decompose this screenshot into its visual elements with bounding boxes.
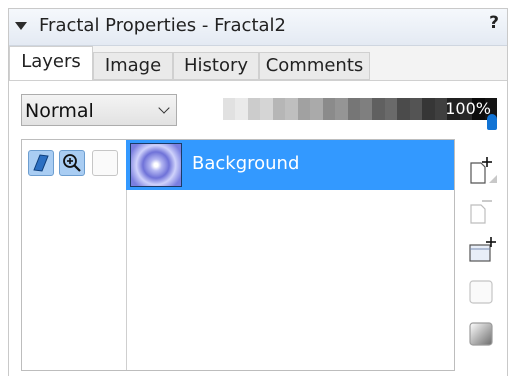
blend-mode-value: Normal: [25, 100, 94, 122]
tab-comments[interactable]: Comments: [259, 52, 370, 80]
layers-tab-content: Normal 100% Background: [9, 80, 507, 377]
opacity-ramp-cell: [359, 98, 373, 120]
collapse-triangle-icon[interactable]: [15, 22, 27, 30]
layer-thumbnail: [130, 143, 182, 187]
tab-image[interactable]: Image: [93, 52, 173, 80]
delete-layer-icon[interactable]: [467, 197, 497, 227]
opacity-ramp-cell: [384, 98, 398, 120]
new-layer-icon[interactable]: [467, 155, 497, 185]
layer-controls-column: [22, 140, 127, 370]
opacity-ramp-cell: [372, 98, 385, 120]
opacity-ramp-cell: [297, 98, 311, 120]
blank-icon[interactable]: [467, 277, 497, 307]
opacity-ramp-cell: [223, 98, 236, 120]
layers-list: Background: [21, 139, 455, 371]
opacity-ramp-cell: [285, 98, 298, 120]
tab-bar: Layers Image History Comments: [9, 46, 507, 81]
opacity-ramp-cell: [347, 98, 360, 120]
opacity-ramp-cell: [322, 98, 336, 120]
fractal-properties-panel: Fractal Properties - Fractal2 ? Layers I…: [8, 8, 508, 377]
opacity-ramp-cell: [235, 98, 248, 120]
opacity-ramp-cell: [310, 98, 323, 120]
blank-toggle-icon[interactable]: [92, 150, 118, 176]
layer-name: Background: [192, 153, 300, 174]
opacity-ramp-cell: [409, 98, 423, 120]
tab-history[interactable]: History: [173, 52, 259, 80]
opacity-slider[interactable]: 100%: [223, 98, 497, 130]
layer-row-background[interactable]: Background: [126, 140, 454, 190]
tab-layers[interactable]: Layers: [9, 46, 93, 81]
panel-title: Fractal Properties - Fractal2: [39, 15, 286, 36]
new-group-icon[interactable]: [467, 235, 497, 265]
blend-mode-dropdown[interactable]: Normal: [21, 94, 177, 126]
zoom-in-icon[interactable]: [59, 150, 85, 176]
opacity-ramp-cell: [422, 98, 435, 120]
opacity-ramp-cell: [260, 98, 273, 120]
opacity-ramp-cell: [247, 98, 261, 120]
opacity-ramp-cell: [272, 98, 286, 120]
paint-mode-icon[interactable]: [28, 150, 54, 176]
opacity-ramp-cell: [397, 98, 410, 120]
layer-actions-toolbar: [467, 81, 507, 377]
panel-titlebar: Fractal Properties - Fractal2 ?: [9, 9, 507, 46]
help-button[interactable]: ?: [489, 13, 499, 33]
gradient-icon[interactable]: [467, 319, 497, 349]
opacity-ramp-cell: [335, 98, 348, 120]
chevron-down-icon: [158, 102, 170, 114]
